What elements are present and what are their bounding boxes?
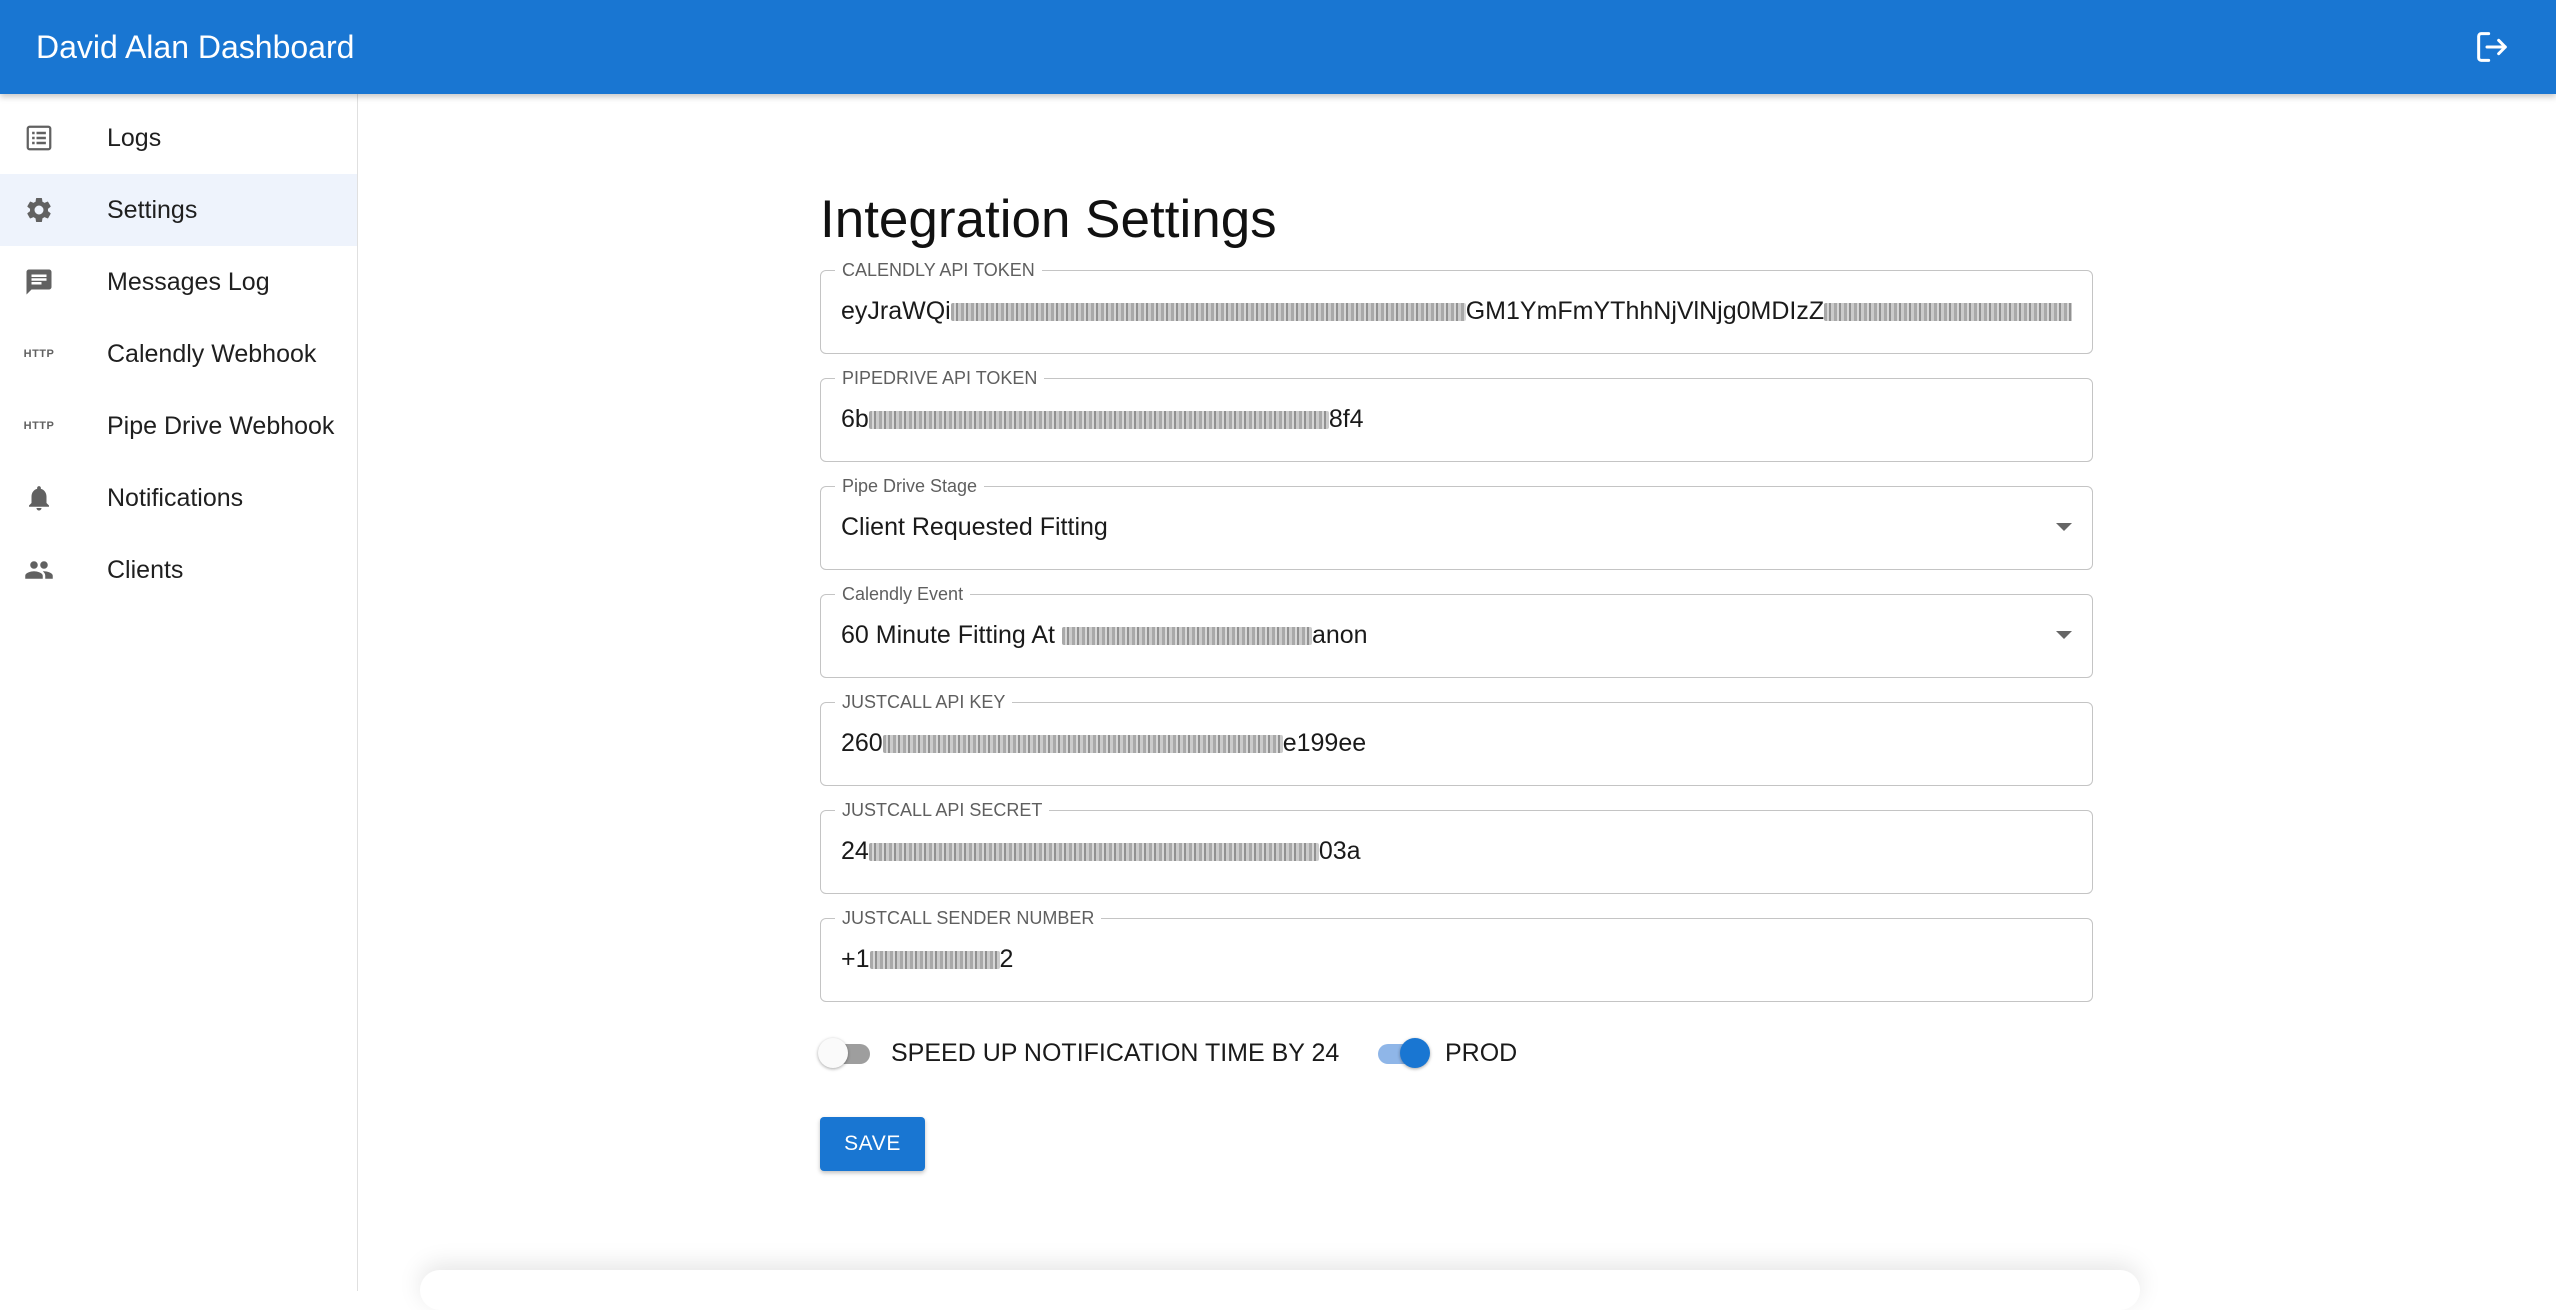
http-icon-text: HTTP (23, 420, 55, 432)
value-end: e199ee (1282, 729, 1367, 757)
sidebar-item-notifications[interactable]: Notifications (0, 462, 357, 534)
value-start: 260 (841, 729, 883, 757)
sidebar-item-label: Pipe Drive Webhook (107, 412, 335, 440)
pipe-drive-stage-select[interactable]: Pipe Drive Stage Client Requested Fittin… (820, 475, 2093, 570)
people-icon (24, 555, 54, 585)
logout-icon (2477, 32, 2507, 62)
value-end: 03a (1318, 837, 1361, 865)
speed-up-notification-toggle[interactable] (818, 1036, 874, 1068)
value-mid: GM1YmFmYThhNjVlNjg0MDIzZ (1465, 297, 1825, 325)
value-start: eyJraWQi (841, 297, 951, 325)
sidebar-item-label: Clients (107, 556, 184, 584)
value-start: 24 (841, 837, 869, 865)
card-edge (420, 1270, 2140, 1310)
sidebar-item-label: Messages Log (107, 268, 270, 296)
prod-toggle[interactable] (1374, 1036, 1430, 1068)
list-icon (24, 123, 54, 153)
redacted-segment (950, 303, 1466, 321)
redacted-segment (869, 951, 1000, 969)
justcall-api-key-label: JUSTCALL API KEY (835, 691, 1013, 713)
sidebar-item-label: Logs (107, 124, 162, 152)
sidebar: Logs Settings Messages Log HTTP Calendly… (0, 94, 358, 1291)
pipedrive-api-token-value: 6b 8f4 (841, 403, 2072, 435)
http-icon: HTTP (24, 339, 54, 369)
sidebar-item-label: Notifications (107, 484, 244, 512)
redacted-segment (882, 735, 1283, 753)
app-bar: David Alan Dashboard (0, 0, 2556, 94)
value-start: 60 Minute Fitting At (841, 621, 1062, 649)
sidebar-item-label: Calendly Webhook (107, 340, 317, 368)
http-icon-text: HTTP (23, 348, 55, 360)
value-start: +1 (841, 945, 870, 973)
http-icon: HTTP (24, 411, 54, 441)
calendly-api-token-field[interactable]: CALENDLY API TOKEN eyJraWQi GM1YmFmYThhNj… (820, 259, 2093, 354)
app-title: David Alan Dashboard (36, 29, 355, 65)
gear-icon (24, 195, 54, 225)
calendly-event-value: 60 Minute Fitting At anon (841, 619, 2072, 651)
sidebar-item-pipe-drive-webhook[interactable]: HTTP Pipe Drive Webhook (0, 390, 357, 462)
page-title: Integration Settings (820, 190, 1277, 249)
justcall-api-secret-label: JUSTCALL API SECRET (835, 799, 1050, 821)
calendly-event-select[interactable]: Calendly Event 60 Minute Fitting At anon (820, 583, 2093, 678)
pipedrive-api-token-field[interactable]: PIPEDRIVE API TOKEN 6b 8f4 (820, 367, 2093, 462)
bell-icon (24, 483, 54, 513)
logout-button[interactable] (2472, 27, 2512, 67)
redacted-segment (868, 411, 1329, 429)
chevron-down-icon (2056, 631, 2072, 639)
save-button[interactable]: SAVE (820, 1117, 925, 1171)
redacted-segment (1061, 627, 1312, 645)
value-end: 8f4 (1328, 405, 1364, 433)
sidebar-item-clients[interactable]: Clients (0, 534, 357, 606)
sidebar-item-label: Settings (107, 196, 198, 224)
pipedrive-api-token-label: PIPEDRIVE API TOKEN (835, 367, 1045, 389)
calendly-api-token-value: eyJraWQi GM1YmFmYThhNjVlNjg0MDIzZ (841, 295, 2072, 327)
redacted-segment (868, 843, 1319, 861)
justcall-sender-number-field[interactable]: JUSTCALL SENDER NUMBER +1 2 (820, 907, 2093, 1002)
switch-thumb (818, 1038, 848, 1068)
redacted-segment (1824, 303, 2072, 321)
sidebar-item-settings[interactable]: Settings (0, 174, 357, 246)
prod-label: PROD (1445, 1039, 1518, 1067)
switch-thumb (1400, 1038, 1430, 1068)
pipe-drive-stage-value: Client Requested Fitting (841, 513, 1108, 541)
speed-up-notification-label: SPEED UP NOTIFICATION TIME BY 24 (891, 1039, 1340, 1067)
justcall-api-secret-value: 24 03a (841, 835, 2072, 867)
calendly-api-token-label: CALENDLY API TOKEN (835, 259, 1042, 281)
justcall-sender-number-label: JUSTCALL SENDER NUMBER (835, 907, 1102, 929)
chevron-down-icon (2056, 523, 2072, 531)
value-end: 2 (999, 945, 1014, 973)
message-icon (24, 267, 54, 297)
value-start: 6b (841, 405, 869, 433)
calendly-event-label: Calendly Event (835, 583, 971, 605)
pipe-drive-stage-label: Pipe Drive Stage (835, 475, 985, 497)
justcall-api-secret-field[interactable]: JUSTCALL API SECRET 24 03a (820, 799, 2093, 894)
sidebar-item-calendly-webhook[interactable]: HTTP Calendly Webhook (0, 318, 357, 390)
justcall-api-key-value: 260 e199ee (841, 727, 2072, 759)
value-end: anon (1311, 621, 1368, 649)
justcall-sender-number-value: +1 2 (841, 943, 2072, 975)
justcall-api-key-field[interactable]: JUSTCALL API KEY 260 e199ee (820, 691, 2093, 786)
sidebar-item-logs[interactable]: Logs (0, 102, 357, 174)
sidebar-item-messages-log[interactable]: Messages Log (0, 246, 357, 318)
